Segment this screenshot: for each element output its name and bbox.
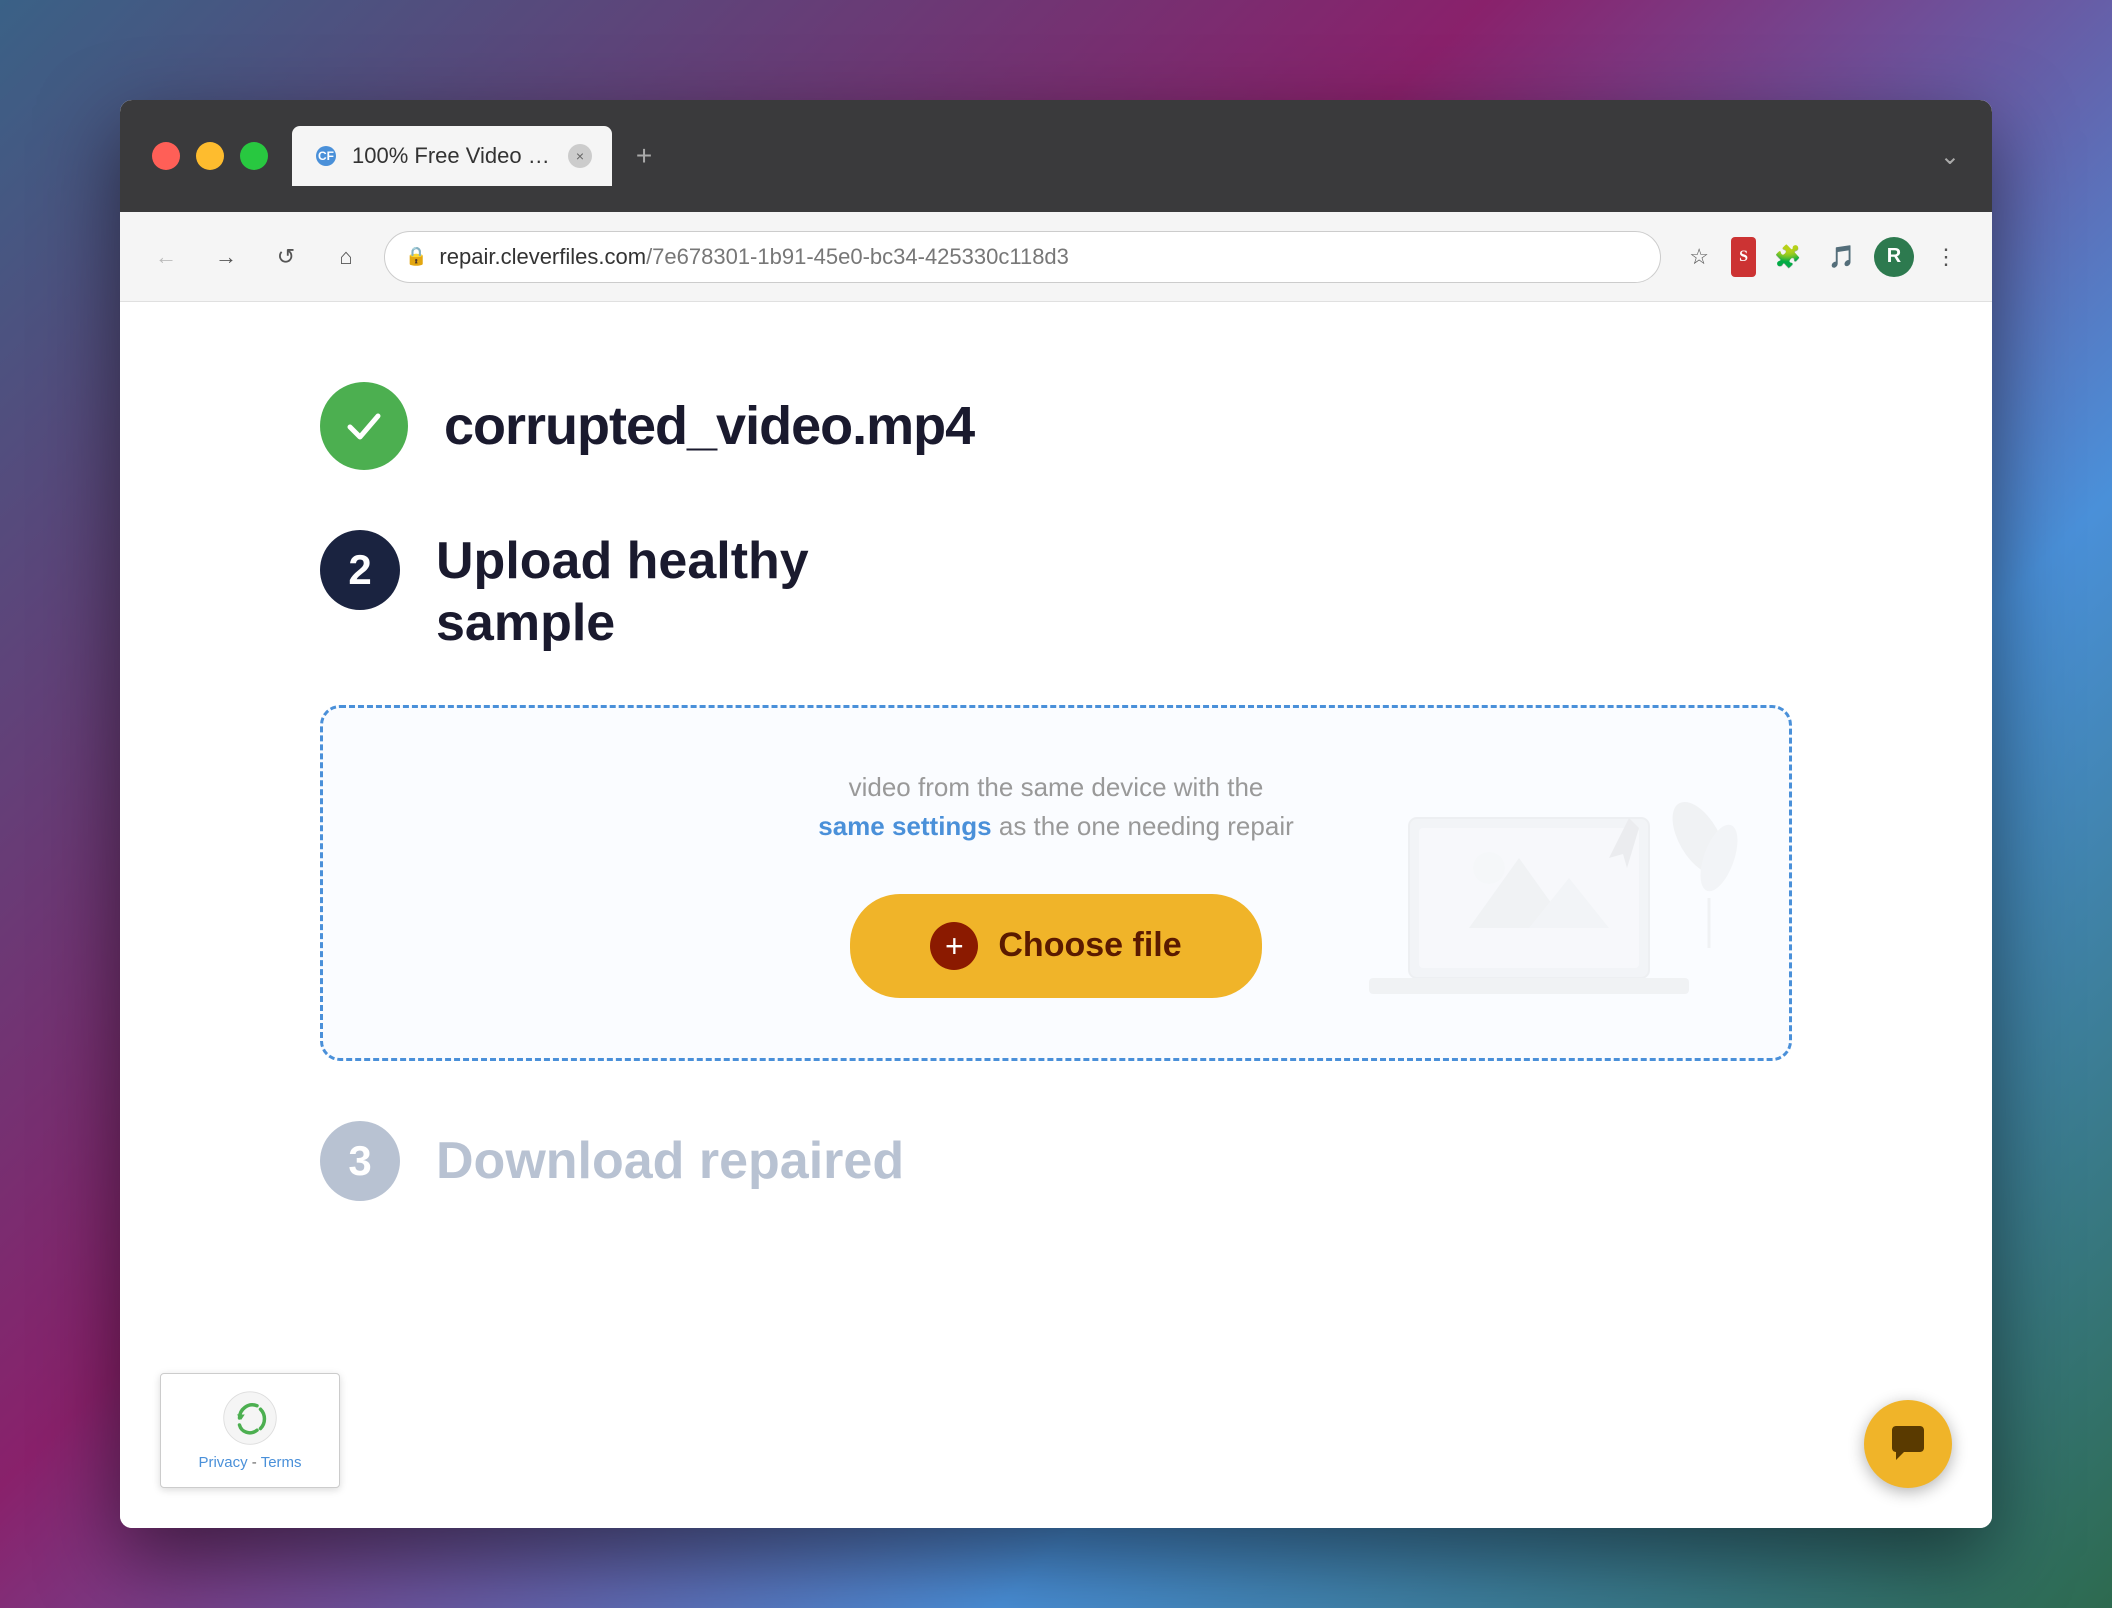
url-text: repair.cleverfiles.com/7e678301-1b91-45e… [439, 244, 1069, 270]
step3-section: 3 Download repaired [320, 1121, 1792, 1201]
title-bar: CF 100% Free Video Repair Tool × + ⌄ [120, 100, 1992, 212]
step2-number-badge: 2 [320, 530, 400, 610]
recaptcha-privacy-terms: Privacy - Terms [198, 1454, 301, 1471]
choose-file-label: Choose file [998, 926, 1181, 965]
home-button[interactable]: ⌂ [324, 235, 368, 279]
tab-title: 100% Free Video Repair Tool [352, 143, 552, 169]
uploaded-filename: corrupted_video.mp4 [444, 395, 974, 457]
reload-button[interactable]: ↺ [264, 235, 308, 279]
success-check-icon [320, 382, 408, 470]
step1-uploaded-row: corrupted_video.mp4 [320, 382, 1792, 470]
extensions-puzzle-icon[interactable]: 🧩 [1766, 235, 1810, 279]
recaptcha-logo-icon [222, 1390, 278, 1446]
close-window-button[interactable] [152, 142, 180, 170]
chat-bubble-icon [1886, 1422, 1930, 1466]
svg-text:CF: CF [318, 149, 334, 163]
chat-support-button[interactable] [1864, 1400, 1952, 1488]
security-lock-icon: 🔒 [405, 246, 427, 267]
profile-avatar[interactable]: R [1874, 237, 1914, 277]
active-tab[interactable]: CF 100% Free Video Repair Tool × [292, 126, 612, 186]
tabs-chevron-icon[interactable]: ⌄ [1940, 142, 1960, 171]
tab-favicon-icon: CF [312, 142, 340, 170]
plus-icon: + [930, 922, 978, 970]
step3-number-badge: 3 [320, 1121, 400, 1201]
seo-extension-badge[interactable]: S [1731, 237, 1756, 277]
tab-area: CF 100% Free Video Repair Tool × + [292, 126, 1940, 186]
menu-dots-icon[interactable]: ⋮ [1924, 235, 1968, 279]
content-area: corrupted_video.mp4 2 Upload healthy sam… [120, 302, 1992, 1528]
watermark-illustration [1349, 758, 1749, 1038]
nav-bar: ← → ↺ ⌂ 🔒 repair.cleverfiles.com/7e67830… [120, 212, 1992, 302]
media-controls-icon[interactable]: 🎵 [1820, 235, 1864, 279]
nav-actions: ☆ S 🧩 🎵 R ⋮ [1677, 235, 1968, 279]
browser-window: CF 100% Free Video Repair Tool × + ⌄ ← →… [120, 100, 1992, 1528]
step3-title: Download repaired [436, 1131, 904, 1191]
back-button[interactable]: ← [144, 235, 188, 279]
forward-button[interactable]: → [204, 235, 248, 279]
maximize-window-button[interactable] [240, 142, 268, 170]
new-tab-button[interactable]: + [620, 132, 668, 180]
choose-file-button[interactable]: + Choose file [850, 894, 1261, 998]
step2-header: 2 Upload healthy sample [320, 530, 1792, 655]
dropzone-description: video from the same device with the same… [818, 768, 1294, 846]
address-bar[interactable]: 🔒 repair.cleverfiles.com/7e678301-1b91-4… [384, 231, 1661, 283]
bookmark-star-icon[interactable]: ☆ [1677, 235, 1721, 279]
recaptcha-widget: Privacy - Terms [160, 1373, 340, 1488]
traffic-lights [152, 142, 268, 170]
close-tab-button[interactable]: × [568, 144, 592, 168]
minimize-window-button[interactable] [196, 142, 224, 170]
step2-title: Upload healthy sample [436, 530, 809, 655]
upload-dropzone[interactable]: video from the same device with the same… [320, 705, 1792, 1061]
